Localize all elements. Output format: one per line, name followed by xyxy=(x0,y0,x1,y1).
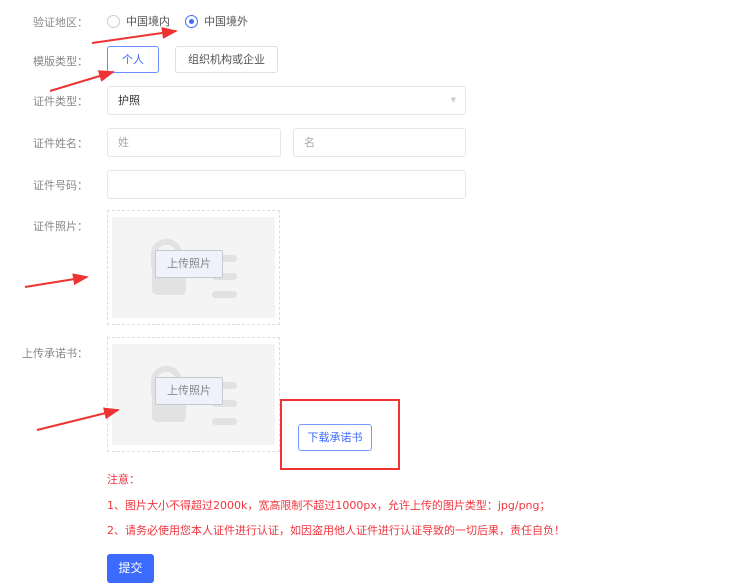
id-photo-upload[interactable]: 上传照片 xyxy=(107,210,280,325)
id-number-label: 证件号码： xyxy=(33,179,88,192)
commitment-upload[interactable]: 上传照片 xyxy=(107,337,280,452)
chevron-down-icon: ▼ xyxy=(450,96,456,104)
annotation-arrow xyxy=(24,273,89,288)
template-organization-button[interactable]: 组织机构或企业 xyxy=(175,46,278,73)
submit-button[interactable]: 提交 xyxy=(107,554,154,583)
commitment-label: 上传承诺书： xyxy=(22,347,88,360)
annotation-arrow xyxy=(36,407,120,431)
upload-commitment-button[interactable]: 上传照片 xyxy=(155,377,223,405)
id-type-select[interactable]: 护照 ▼ xyxy=(107,86,466,115)
given-name-input[interactable]: 名 xyxy=(293,128,466,157)
annotation-arrow xyxy=(49,70,115,92)
radio-outside[interactable]: 中国境外 xyxy=(185,13,248,29)
surname-input[interactable]: 姓 xyxy=(107,128,281,157)
id-type-label: 证件类型： xyxy=(33,95,88,108)
radio-checked-icon xyxy=(185,14,198,28)
radio-icon xyxy=(107,14,120,28)
notes-title: 注意： xyxy=(107,473,140,486)
notes-line-1: 1、图片大小不得超过2000k，宽高限制不超过1000px，允许上传的图片类型：… xyxy=(107,499,551,512)
id-number-input[interactable] xyxy=(107,170,466,199)
id-photo-label: 证件照片： xyxy=(33,220,88,233)
radio-label: 中国境外 xyxy=(204,15,248,28)
radio-label: 中国境内 xyxy=(126,15,170,28)
template-label: 模版类型： xyxy=(33,55,88,68)
upload-photo-button[interactable]: 上传照片 xyxy=(155,250,223,278)
template-personal-button[interactable]: 个人 xyxy=(107,46,159,73)
radio-inside[interactable]: 中国境内 xyxy=(107,13,170,29)
notes-line-2: 2、请务必使用您本人证件进行认证，如因盗用他人证件进行认证导致的一切后果，责任自… xyxy=(107,524,565,537)
region-label: 验证地区： xyxy=(33,16,88,29)
download-commitment-button[interactable]: 下载承诺书 xyxy=(298,424,372,451)
id-type-value: 护照 xyxy=(118,94,140,107)
annotation-arrow xyxy=(91,27,178,44)
id-name-label: 证件姓名： xyxy=(33,137,88,150)
